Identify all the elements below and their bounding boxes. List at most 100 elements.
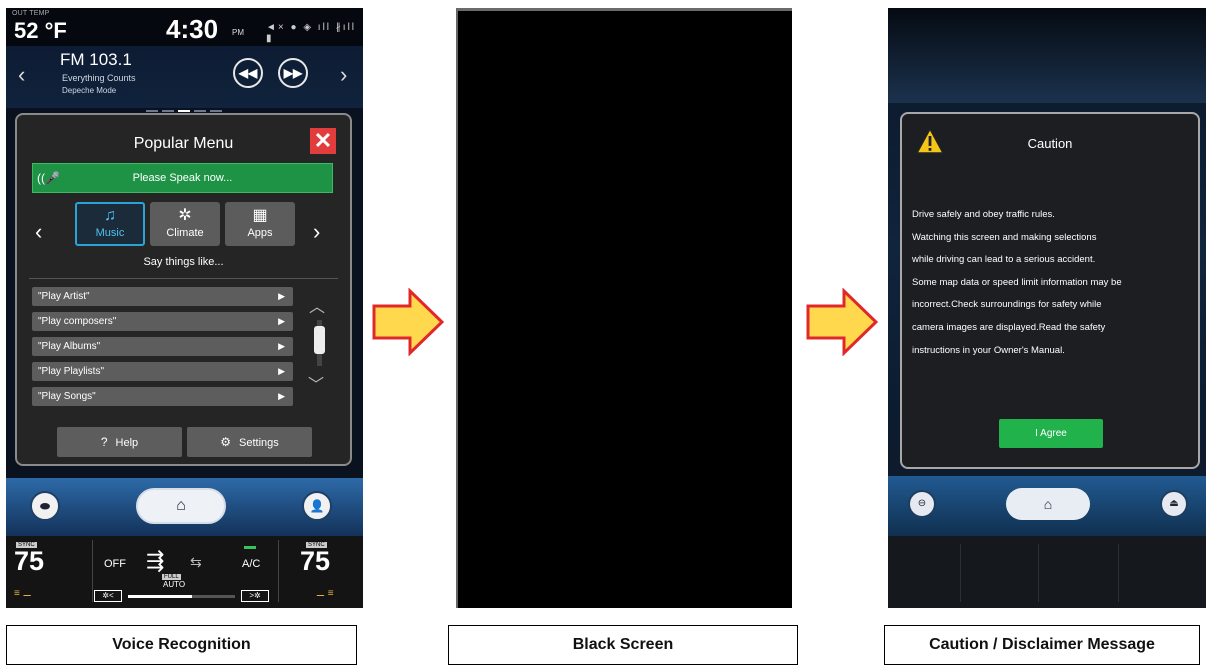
scroll-up-icon[interactable]: ︿	[309, 293, 325, 317]
recirculation-icon[interactable]: ⇆	[190, 554, 202, 571]
out-temp-label: OUT TEMP	[12, 10, 50, 17]
home-button[interactable]: ⌂	[1006, 488, 1090, 520]
scroll-down-icon[interactable]: ﹀	[308, 371, 324, 395]
right-temperature[interactable]: 75	[300, 546, 330, 577]
transition-arrow-icon	[806, 288, 878, 356]
play-arrow-icon: ▶	[278, 391, 285, 401]
speak-now-banner: ((🎤 Please Speak now...	[32, 163, 333, 193]
caption-black-screen: Black Screen	[448, 625, 798, 665]
ac-button[interactable]: A/C	[242, 558, 260, 570]
play-arrow-icon: ▶	[278, 291, 285, 301]
caution-line: incorrect.Check surroundings for safety …	[912, 299, 1102, 311]
radio-prev-chevron-icon[interactable]: ‹	[18, 62, 25, 88]
list-item[interactable]: "Play Songs" ▶	[32, 387, 293, 406]
auto-label[interactable]: AUTO	[163, 580, 185, 589]
gear-icon: ⚙	[220, 435, 231, 449]
caution-line: instructions in your Owner's Manual.	[912, 344, 1065, 356]
left-seat-heater-icon[interactable]: ≡ ⚊	[14, 588, 32, 599]
caution-message: Drive safely and obey traffic rules. Wat…	[912, 204, 1202, 362]
radio-station: FM 103.1	[60, 50, 132, 69]
caption-caution-message: Caution / Disclaimer Message	[884, 625, 1200, 665]
popup-title: Popular Menu	[133, 135, 234, 152]
song-title: Everything Counts	[62, 73, 136, 83]
climate-control-bar	[888, 536, 1206, 608]
car-icon[interactable]: ⊖	[908, 490, 936, 518]
category-label: Climate	[166, 227, 204, 239]
radio-next-chevron-icon[interactable]: ›	[340, 62, 347, 88]
fan-speed-slider[interactable]: ✲< >✲	[94, 590, 269, 604]
profile-icon[interactable]: ⏏	[1160, 490, 1188, 518]
settings-label: Settings	[239, 437, 279, 449]
fan-icon: ✲	[178, 207, 192, 224]
right-seat-heater-icon[interactable]: ⚊ ≡	[316, 588, 334, 599]
category-apps-button[interactable]: ▦ Apps	[225, 202, 295, 246]
list-item-label: "Play Albums"	[38, 341, 101, 352]
list-item-label: "Play Artist"	[38, 291, 90, 302]
help-label: Help	[115, 437, 139, 449]
list-item[interactable]: "Play composers" ▶	[32, 312, 293, 331]
popular-menu-dialog: Popular Menu ✕ ((🎤 Please Speak now... ‹…	[15, 113, 352, 466]
song-artist: Depeche Mode	[62, 86, 117, 95]
list-item[interactable]: "Play Playlists" ▶	[32, 362, 293, 381]
clock-ampm: PM	[232, 28, 244, 37]
car-icon[interactable]: ⬬	[30, 491, 60, 521]
help-icon: ?	[100, 435, 108, 449]
category-label: Apps	[247, 227, 273, 239]
outside-temperature: 52 °F	[14, 18, 67, 43]
settings-button[interactable]: ⚙ Settings	[187, 427, 312, 457]
fan-decrease-button[interactable]: ✲<	[94, 590, 122, 602]
header-background	[888, 8, 1206, 103]
list-item[interactable]: "Play Artist" ▶	[32, 287, 293, 306]
microphone-icon: ((🎤	[37, 171, 60, 185]
caution-line: camera images are displayed.Read the saf…	[912, 321, 1106, 333]
fan-speed-track[interactable]	[128, 595, 235, 598]
ac-indicator	[244, 546, 256, 549]
climate-control-bar: SYNC 75 ≡ ⚊ OFF ⇶ ⇆ FULL AUTO A/C SYNC 7…	[6, 536, 363, 608]
caution-line: Some map data or speed limit information…	[912, 276, 1122, 288]
fan-increase-button[interactable]: >✲	[241, 590, 269, 602]
climate-off-button[interactable]: OFF	[104, 558, 126, 570]
radio-widget: ‹ FM 103.1 Everything Counts Depeche Mod…	[6, 46, 363, 112]
left-temperature[interactable]: 75	[14, 546, 44, 577]
caution-line: Watching this screen and making selectio…	[912, 231, 1097, 243]
voice-recognition-screen: OUT TEMP 52 °F 4:30 PM ◄× ● ◈ ıll ∦ıll ▮…	[6, 8, 363, 608]
fast-forward-button[interactable]: ▶▶	[278, 58, 308, 88]
list-item-label: "Play composers"	[38, 316, 117, 327]
caution-dialog: Caution Drive safely and obey traffic ru…	[900, 112, 1200, 469]
airflow-icon[interactable]: ⇶	[146, 548, 164, 574]
caution-line: Drive safely and obey traffic rules.	[912, 209, 1055, 220]
speak-now-text: Please Speak now...	[132, 172, 233, 184]
play-arrow-icon: ▶	[278, 341, 285, 351]
status-bar: OUT TEMP 52 °F 4:30 PM ◄× ● ◈ ıll ∦ıll ▮	[6, 8, 363, 46]
agree-button[interactable]: I Agree	[999, 419, 1103, 448]
music-icon: ♫	[104, 207, 116, 224]
say-things-hint: Say things like...	[143, 256, 224, 268]
profile-icon[interactable]: 👤	[302, 491, 332, 521]
divider	[29, 278, 338, 279]
fan-speed-fill	[128, 595, 193, 598]
home-button[interactable]: ⌂	[136, 488, 226, 524]
transition-arrow-icon	[372, 288, 444, 356]
bottom-nav-bar: ⊖ ⌂ ⏏	[888, 476, 1206, 536]
caption-voice-recognition: Voice Recognition	[6, 625, 357, 665]
caution-line: while driving can lead to a serious acci…	[912, 254, 1096, 266]
apps-grid-icon: ▦	[252, 207, 268, 224]
category-label: Music	[95, 227, 125, 239]
caution-screen: Caution Drive safely and obey traffic ru…	[888, 8, 1206, 608]
category-music-button[interactable]: ♫ Music	[75, 202, 145, 246]
close-button[interactable]: ✕	[310, 128, 336, 154]
category-climate-button[interactable]: ✲ Climate	[150, 202, 220, 246]
bottom-nav-bar: ⬬ ⌂ 👤	[6, 478, 363, 536]
category-prev-chevron-icon[interactable]: ‹	[35, 219, 42, 245]
play-arrow-icon: ▶	[278, 316, 285, 326]
scrollbar-thumb[interactable]	[314, 326, 325, 354]
category-next-chevron-icon[interactable]: ›	[313, 219, 320, 245]
list-item-label: "Play Songs"	[38, 391, 96, 402]
help-button[interactable]: ? Help	[57, 427, 182, 457]
clock: 4:30	[166, 14, 219, 44]
play-arrow-icon: ▶	[278, 366, 285, 376]
caution-title: Caution	[1027, 136, 1073, 151]
rewind-button[interactable]: ◀◀	[233, 58, 263, 88]
list-item[interactable]: "Play Albums" ▶	[32, 337, 293, 356]
black-screen	[456, 8, 792, 608]
